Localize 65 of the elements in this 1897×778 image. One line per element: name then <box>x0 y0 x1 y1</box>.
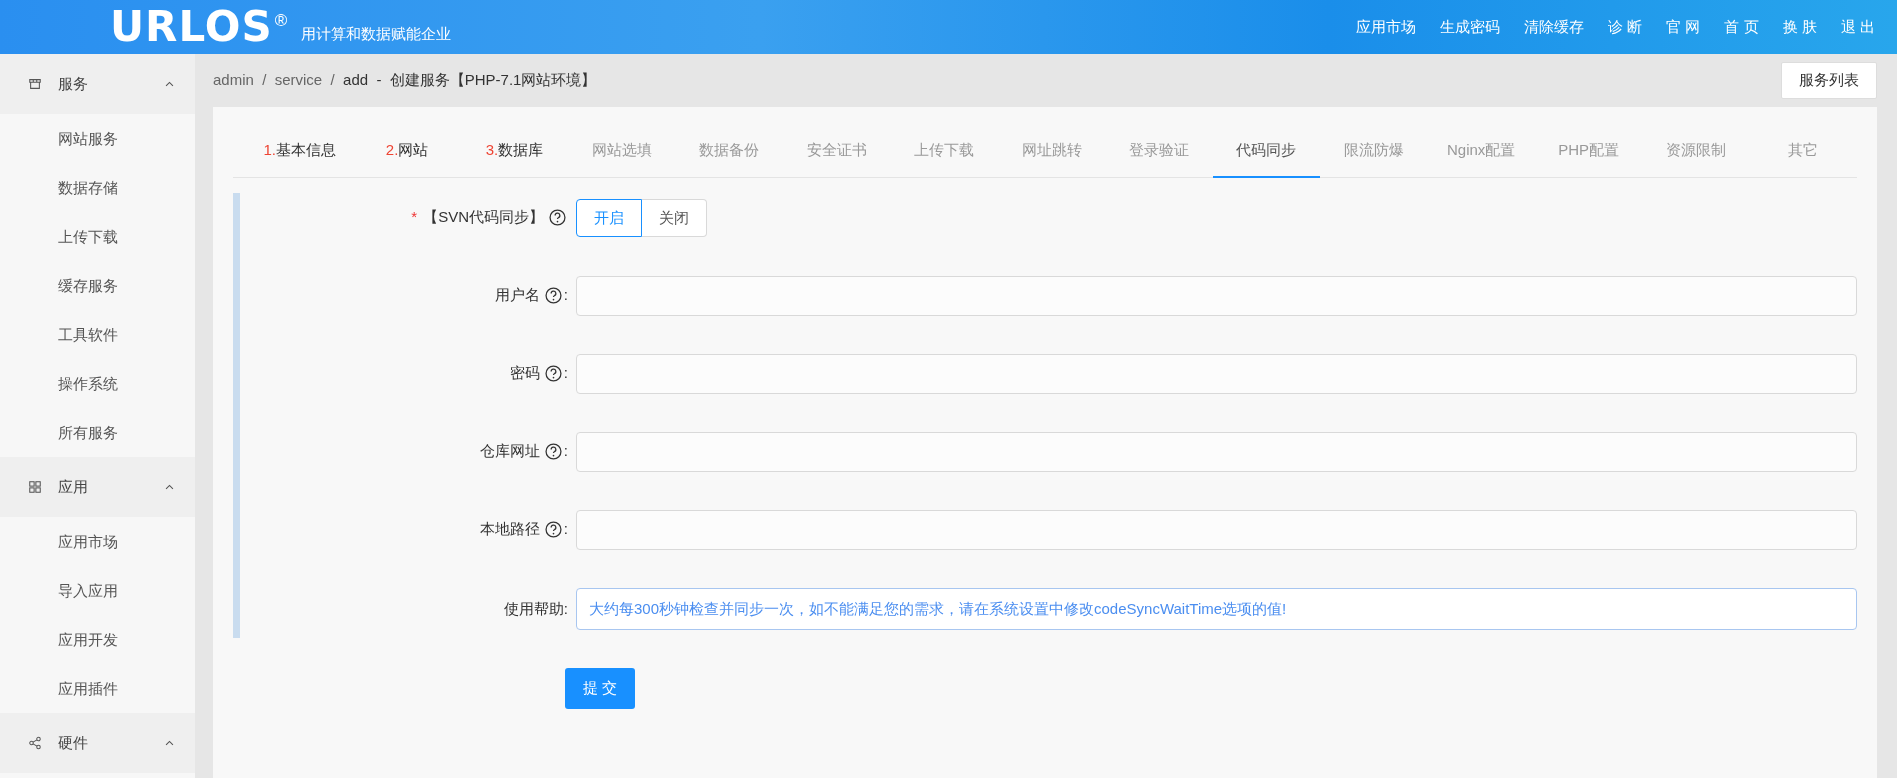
tab[interactable]: 3.数据库 <box>460 127 569 178</box>
tab[interactable]: 资源限制 <box>1642 127 1750 178</box>
tab[interactable]: 网址跳转 <box>997 127 1106 178</box>
tab[interactable]: 代码同步 <box>1212 127 1321 178</box>
required-mark: * <box>411 207 418 228</box>
grid-icon <box>28 480 42 494</box>
toggle-option[interactable]: 开启 <box>576 198 642 237</box>
sidebar-group-header[interactable]: 服务 <box>0 54 195 114</box>
nav-link[interactable]: 清除缓存 <box>1524 15 1585 39</box>
label-colon: : <box>563 285 568 306</box>
input-field[interactable] <box>576 275 1857 316</box>
input-field[interactable] <box>576 353 1857 394</box>
logo-text: URLOS <box>110 6 273 48</box>
registered-mark: ® <box>274 10 288 32</box>
slogan-text: 用计算和数据赋能企业 <box>301 23 452 44</box>
tab[interactable]: 2.网站 <box>353 127 461 178</box>
label-colon: : <box>563 363 568 384</box>
label-colon: : <box>563 519 568 540</box>
label-colon: : <box>563 598 568 619</box>
submit-button[interactable]: 提 交 <box>565 668 636 709</box>
tab[interactable]: PHP配置 <box>1534 127 1643 178</box>
nav-link[interactable]: 换 肤 <box>1782 15 1817 39</box>
tab[interactable]: 其它 <box>1749 127 1858 178</box>
nav-link[interactable]: 应用市场 <box>1356 15 1417 39</box>
help-text: 大约每300秒钟检查并同步一次，如不能满足您的需求，请在系统设置中修改codeSyncWaitTime选项的值! <box>576 587 1857 630</box>
nav-link[interactable]: 官 网 <box>1666 15 1701 39</box>
sidebar-item[interactable]: 所有服务 <box>0 408 195 457</box>
sidebar-item[interactable]: 应用插件 <box>0 664 195 713</box>
nav-link[interactable]: 诊 断 <box>1608 15 1643 39</box>
label-colon: : <box>563 441 568 462</box>
input-field[interactable] <box>576 509 1857 550</box>
sidebar-item[interactable]: 网站服务 <box>0 114 195 163</box>
sidebar-item[interactable]: 导入应用 <box>0 566 195 615</box>
field-label: 用户名 <box>494 285 540 306</box>
tab[interactable]: 网站选填 <box>568 127 676 178</box>
tab[interactable]: 1.基本信息 <box>246 127 354 178</box>
field-label: 【SVN代码同步】 <box>423 207 544 228</box>
sidebar-item[interactable]: 缓存服务 <box>0 261 195 310</box>
tab[interactable]: 登录验证 <box>1105 127 1213 178</box>
sidebar-item[interactable]: 操作系统 <box>0 359 195 408</box>
field-label: 密码 <box>509 363 540 384</box>
storefront-icon <box>28 77 42 91</box>
nav-link[interactable]: 退 出 <box>1840 15 1875 39</box>
field-label: 使用帮助 <box>503 598 564 619</box>
sidebar-group-header[interactable]: 应用 <box>0 457 195 517</box>
tab[interactable]: Nginx配置 <box>1427 127 1535 178</box>
sidebar-item[interactable]: 数据存储 <box>0 163 195 212</box>
field-label: 本地路径 <box>479 519 540 540</box>
tab[interactable]: 上传下载 <box>890 127 998 178</box>
sidebar-group-header[interactable]: 硬件 <box>0 713 195 773</box>
tab[interactable]: 安全证书 <box>783 127 891 178</box>
sidebar-item[interactable]: 工具软件 <box>0 310 195 359</box>
sidebar-item[interactable]: 上传下载 <box>0 212 195 261</box>
breadcrumb: admin / service / add - 创建服务【PHP-7.1网站环境】 <box>213 70 597 91</box>
input-field[interactable] <box>576 431 1857 472</box>
service-list-button[interactable]: 服务列表 <box>1781 62 1877 99</box>
tab[interactable]: 数据备份 <box>675 127 784 178</box>
sidebar-item[interactable]: 应用市场 <box>0 517 195 566</box>
sidebar-item[interactable]: 应用开发 <box>0 615 195 664</box>
share-icon <box>28 736 42 750</box>
tab[interactable]: 限流防爆 <box>1320 127 1428 178</box>
nav-link[interactable]: 首 页 <box>1724 15 1759 39</box>
nav-link[interactable]: 生成密码 <box>1440 15 1501 39</box>
toggle-option[interactable]: 关闭 <box>642 198 707 237</box>
field-label: 仓库网址 <box>479 441 540 462</box>
